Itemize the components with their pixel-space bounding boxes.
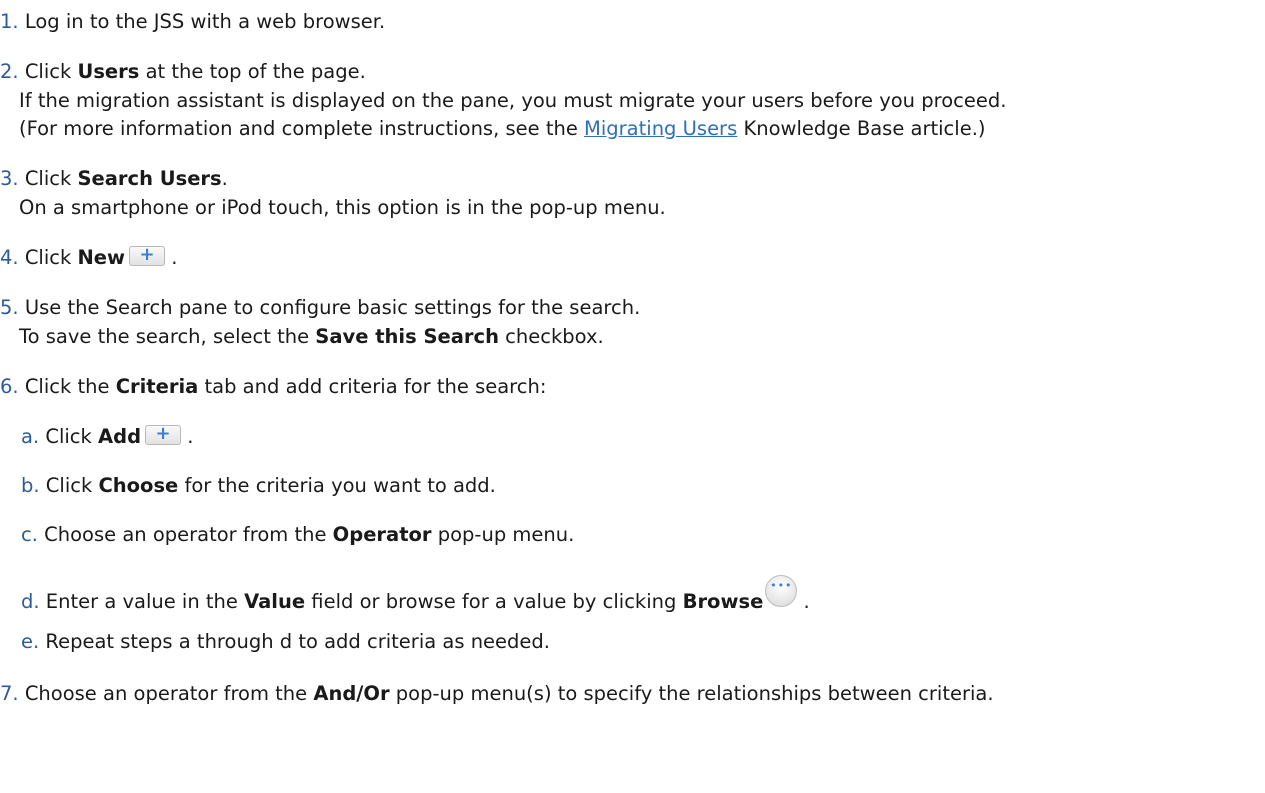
substep-text: Repeat steps a through d to add criteria… (45, 630, 550, 653)
step-3-note: On a smartphone or iPod touch, this opti… (19, 196, 666, 219)
step-text: at the top of the page. (139, 60, 366, 83)
substep-text: for the criteria you want to add. (178, 474, 496, 497)
step-number: 7. (0, 682, 19, 705)
step-text: Click (24, 246, 78, 269)
step-4: 4. Click New . (0, 244, 178, 269)
step-text: Click (24, 60, 78, 83)
ui-label-search-users: Search Users (77, 167, 222, 190)
step-number: 6. (0, 375, 19, 398)
step-5: 5. Use the Search pane to configure basi… (0, 296, 640, 319)
ui-label-add: Add (98, 425, 142, 448)
step-text: tab and add criteria for the search: (198, 375, 547, 398)
ui-label-save-this-search: Save this Search (315, 325, 499, 348)
step-text: pop-up menu(s) to specify the relationsh… (389, 682, 994, 705)
substep-c: c. Choose an operator from the Operator … (21, 523, 574, 546)
step-note: To save the search, select the (19, 325, 316, 348)
ellipsis-browse-icon (765, 575, 798, 607)
substep-a: a. Click Add . (21, 423, 194, 448)
step-note: checkbox. (498, 325, 604, 348)
substep-text: . (181, 425, 194, 448)
substep-text: Click (45, 425, 99, 448)
step-number: 5. (0, 296, 19, 319)
substep-letter: a. (21, 425, 40, 448)
ui-label-users: Users (77, 60, 140, 83)
substep-text: field or browse for a value by clicking (305, 590, 683, 613)
step-text: Click the (24, 375, 116, 398)
substep-text: Enter a value in the (45, 590, 245, 613)
ui-label-choose: Choose (98, 474, 179, 497)
step-note: On a smartphone or iPod touch, this opti… (19, 196, 666, 219)
step-2-note-2: (For more information and complete instr… (19, 117, 986, 140)
ui-label-new: New (77, 246, 126, 269)
step-text: . (221, 167, 228, 190)
substep-b: b. Click Choose for the criteria you wan… (21, 474, 496, 497)
step-text: Choose an operator from the (24, 682, 314, 705)
step-7: 7. Choose an operator from the And/Or po… (0, 682, 994, 705)
step-text: . (165, 246, 178, 269)
step-3: 3. Click Search Users. (0, 167, 228, 190)
ui-label-value: Value (244, 590, 306, 613)
ui-label-browse: Browse (682, 590, 764, 613)
substep-text: Click (45, 474, 99, 497)
step-number: 3. (0, 167, 19, 190)
step-number: 1. (0, 10, 19, 33)
step-text: Click (24, 167, 78, 190)
substep-text: . (797, 590, 810, 613)
ui-label-and-or: And/Or (313, 682, 390, 705)
ui-label-criteria: Criteria (115, 375, 199, 398)
step-text: Log in to the JSS with a web browser. (24, 10, 386, 33)
step-note: (For more information and complete instr… (19, 117, 585, 140)
substep-letter: d. (21, 590, 40, 613)
step-1: 1. Log in to the JSS with a web browser. (0, 10, 385, 33)
step-6: 6. Click the Criteria tab and add criter… (0, 375, 546, 398)
migrating-users-link[interactable]: Migrating Users (584, 117, 737, 140)
step-2-note: If the migration assistant is displayed … (19, 89, 1006, 112)
plus-button-icon (145, 423, 182, 445)
step-note: If the migration assistant is displayed … (19, 89, 1007, 112)
substep-text: Choose an operator from the (44, 523, 333, 546)
substep-letter: e. (21, 630, 40, 653)
step-text: Use the Search pane to configure basic s… (24, 296, 641, 319)
substep-letter: b. (21, 474, 40, 497)
substep-e: e. Repeat steps a through d to add crite… (21, 630, 550, 653)
step-note: Knowledge Base article.) (737, 117, 986, 140)
step-number: 4. (0, 246, 19, 269)
step-number: 2. (0, 60, 19, 83)
plus-button-icon (129, 244, 166, 266)
substep-letter: c. (21, 523, 38, 546)
substep-d: d. Enter a value in the Value field or b… (21, 575, 810, 613)
step-2: 2. Click Users at the top of the page. (0, 60, 366, 83)
step-5-note: To save the search, select the Save this… (19, 325, 604, 348)
ui-label-operator: Operator (332, 523, 432, 546)
substep-text: pop-up menu. (431, 523, 575, 546)
